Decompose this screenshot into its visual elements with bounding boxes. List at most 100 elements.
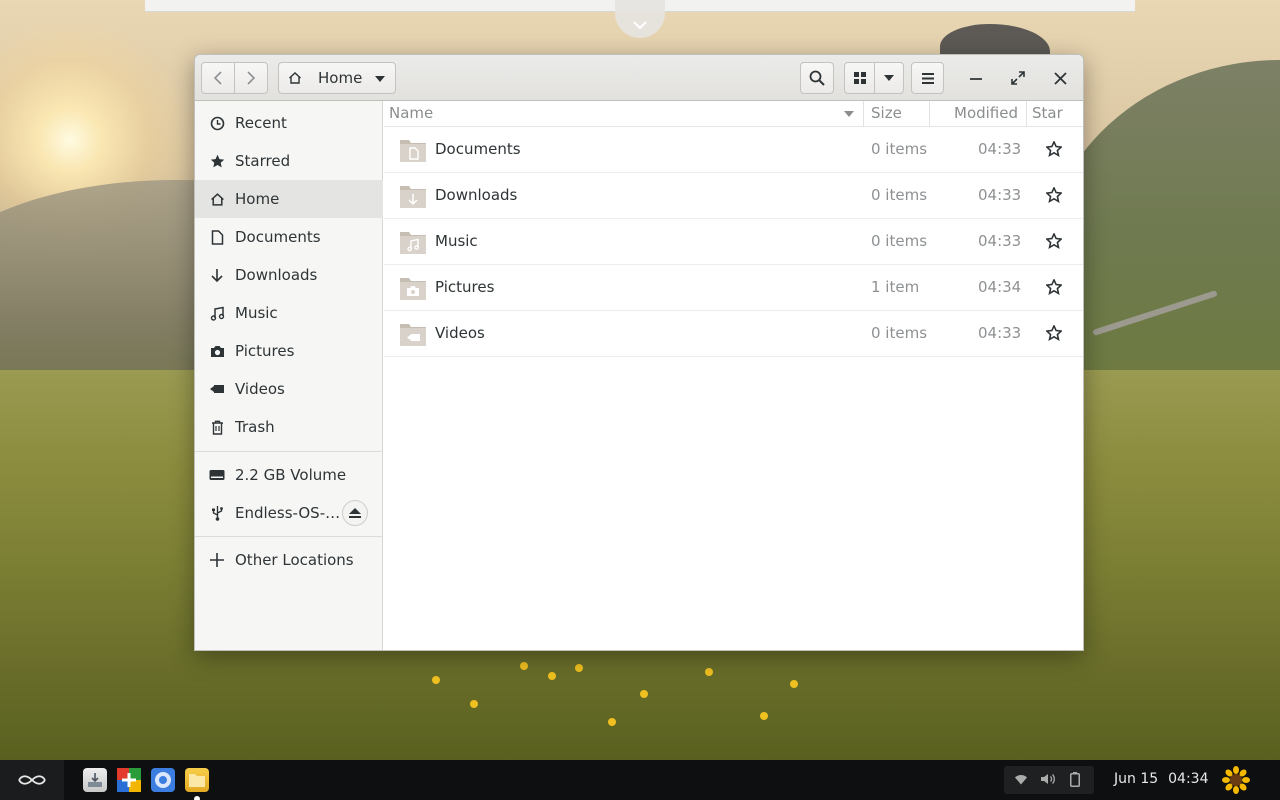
user-avatar-icon[interactable] xyxy=(1222,766,1250,794)
grid-view-icon xyxy=(853,72,866,84)
taskbar: Jun 15 04:34 xyxy=(0,760,1280,800)
file-row[interactable]: Documents 0 items 04:33 xyxy=(384,127,1083,173)
star-toggle[interactable] xyxy=(1044,323,1064,343)
sidebar-item-pictures[interactable]: Pictures xyxy=(195,332,383,370)
maximize-button[interactable] xyxy=(1001,62,1035,94)
star-outline-icon xyxy=(1046,233,1062,249)
endless-logo-icon xyxy=(18,775,46,785)
clock-date: Jun 15 xyxy=(1114,771,1159,787)
music-icon xyxy=(209,305,225,321)
volume-icon[interactable] xyxy=(1040,772,1056,790)
sidebar-item-label: Home xyxy=(235,190,280,208)
sidebar-separator xyxy=(195,451,383,452)
sidebar-item-label: Music xyxy=(235,304,278,322)
star-outline-icon xyxy=(1046,279,1062,295)
sidebar-separator xyxy=(195,536,383,537)
sidebar-item-starred[interactable]: Starred xyxy=(195,142,383,180)
view-grid-button[interactable] xyxy=(844,62,875,94)
back-button[interactable] xyxy=(201,62,235,94)
star-outline-icon xyxy=(1046,187,1062,203)
maximize-icon xyxy=(1011,71,1025,85)
file-row[interactable]: Music 0 items 04:33 xyxy=(384,219,1083,265)
video-icon xyxy=(209,381,225,397)
app-store-icon[interactable] xyxy=(83,768,107,792)
sidebar-item-music[interactable]: Music xyxy=(195,294,383,332)
headerbar: Home xyxy=(195,55,1083,101)
chevron-left-icon xyxy=(214,71,222,85)
files-app-icon[interactable] xyxy=(185,768,209,792)
search-button[interactable] xyxy=(800,62,834,94)
star-toggle[interactable] xyxy=(1044,231,1064,251)
folder-music-icon xyxy=(400,232,426,254)
trash-icon xyxy=(209,419,225,435)
menu-button[interactable] xyxy=(911,62,944,94)
chevron-down-icon xyxy=(633,21,647,30)
sidebar-item-label: 2.2 GB Volume xyxy=(235,466,347,484)
search-icon xyxy=(809,70,825,86)
system-tray[interactable] xyxy=(1004,766,1094,794)
star-toggle[interactable] xyxy=(1044,139,1064,159)
file-size: 0 items xyxy=(871,324,928,342)
column-modified-header[interactable]: Modified xyxy=(954,104,1018,122)
sidebar-item-label: Documents xyxy=(235,228,321,246)
star-toggle[interactable] xyxy=(1044,277,1064,297)
wifi-icon[interactable] xyxy=(1014,772,1028,790)
home-icon xyxy=(289,72,301,84)
file-manager-window: Home Recent Starred Home Documents Downl… xyxy=(194,54,1084,651)
star-outline-icon xyxy=(1046,325,1062,341)
file-modified: 04:33 xyxy=(978,140,1022,158)
download-icon xyxy=(209,267,225,283)
folder-glyph-icon xyxy=(189,774,205,787)
file-list-view: Name Size Modified Star Documents 0 item… xyxy=(384,101,1083,650)
sidebar-item-label: Pictures xyxy=(235,342,295,360)
file-row[interactable]: Downloads 0 items 04:33 xyxy=(384,173,1083,219)
sidebar-item-label: Other Locations xyxy=(235,551,354,569)
clock[interactable]: Jun 15 04:34 xyxy=(1114,771,1209,787)
sidebar-item-label: Recent xyxy=(235,114,287,132)
plus-icon xyxy=(209,552,225,568)
sidebar-item-recent[interactable]: Recent xyxy=(195,104,383,142)
sidebar-item-other-locations[interactable]: Other Locations xyxy=(195,541,383,579)
endless-menu-button[interactable] xyxy=(0,760,64,800)
folder-download-icon xyxy=(400,186,426,208)
battery-icon[interactable] xyxy=(1070,772,1080,791)
file-row[interactable]: Pictures 1 item 04:34 xyxy=(384,265,1083,311)
sidebar-item-videos[interactable]: Videos xyxy=(195,370,383,408)
hamburger-menu-icon xyxy=(921,72,934,84)
forward-button[interactable] xyxy=(234,62,268,94)
file-name: Downloads xyxy=(435,186,518,204)
chromium-browser-icon[interactable] xyxy=(151,768,175,792)
sidebar-item-label: Downloads xyxy=(235,266,318,284)
file-modified: 04:33 xyxy=(978,232,1022,250)
eject-button[interactable] xyxy=(342,500,368,526)
close-button[interactable] xyxy=(1043,62,1077,94)
colorful-cross-icon xyxy=(117,768,141,792)
folder-videos-icon xyxy=(400,324,426,346)
location-label: Home xyxy=(318,69,363,87)
view-options-button[interactable] xyxy=(874,62,904,94)
sidebar-item-label: Starred xyxy=(235,152,291,170)
usb-icon xyxy=(209,505,225,521)
column-star-header[interactable]: Star xyxy=(1032,104,1063,122)
column-size-header[interactable]: Size xyxy=(871,104,902,122)
close-icon xyxy=(1053,71,1067,85)
location-button[interactable]: Home xyxy=(278,62,396,94)
file-name: Videos xyxy=(435,324,485,342)
sidebar-item-downloads[interactable]: Downloads xyxy=(195,256,383,294)
sidebar-item-volume[interactable]: 2.2 GB Volume xyxy=(195,456,383,494)
folder-documents-icon xyxy=(400,140,426,162)
star-toggle[interactable] xyxy=(1044,185,1064,205)
minimize-button[interactable] xyxy=(959,62,993,94)
column-name-header[interactable]: Name xyxy=(389,104,433,122)
camera-icon xyxy=(209,343,225,359)
file-size: 0 items xyxy=(871,140,928,158)
sidebar-item-documents[interactable]: Documents xyxy=(195,218,383,256)
app-grid-icon[interactable] xyxy=(117,768,141,792)
running-app-indicator xyxy=(194,796,200,800)
file-row[interactable]: Videos 0 items 04:33 xyxy=(384,311,1083,357)
document-icon xyxy=(209,229,225,245)
sidebar: Recent Starred Home Documents Downloads … xyxy=(195,101,383,650)
minimize-icon xyxy=(970,78,982,80)
sidebar-item-trash[interactable]: Trash xyxy=(195,408,383,446)
sidebar-item-home[interactable]: Home xyxy=(195,180,383,218)
